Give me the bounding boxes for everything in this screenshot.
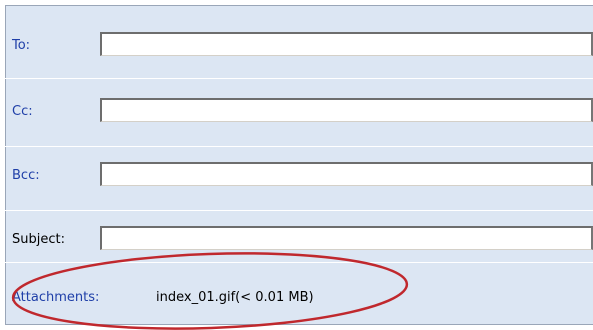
attachments-label: Attachments: — [12, 290, 100, 305]
row-divider — [5, 146, 593, 147]
cc-field[interactable] — [100, 98, 593, 122]
bcc-field[interactable] — [100, 162, 593, 186]
subject-field[interactable] — [100, 226, 593, 250]
row-divider — [5, 78, 593, 79]
to-field[interactable] — [100, 32, 593, 56]
row-divider — [5, 262, 593, 263]
bcc-label: Bcc: — [12, 168, 40, 183]
subject-label: Subject: — [12, 232, 65, 247]
cc-label: Cc: — [12, 104, 33, 119]
to-label: To: — [12, 38, 31, 53]
attachment-file-link[interactable]: index_01.gif(< 0.01 MB) — [156, 290, 314, 306]
row-divider — [5, 210, 593, 211]
